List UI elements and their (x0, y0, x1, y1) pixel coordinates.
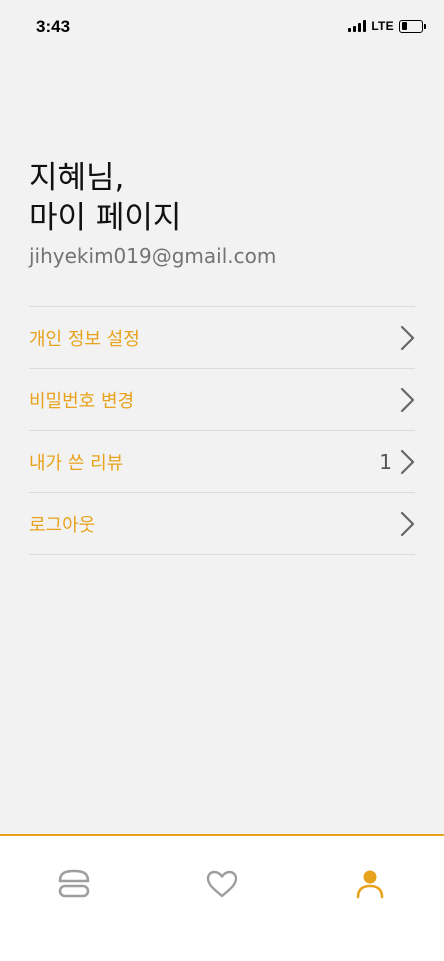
burger-icon (58, 869, 90, 898)
tab-my-page[interactable] (350, 864, 390, 904)
menu-item-label: 내가 쓴 리뷰 (29, 452, 124, 474)
person-icon (356, 870, 384, 899)
settings-menu: 개인 정보 설정 비밀번호 변경 내가 쓴 리뷰 1 로그아웃 (29, 306, 415, 555)
bottom-tab-bar (0, 834, 444, 961)
status-indicators: LTE (348, 19, 426, 33)
review-count: 1 (379, 449, 392, 474)
chevron-right-icon (400, 511, 415, 536)
menu-item-change-password[interactable]: 비밀번호 변경 (29, 369, 415, 431)
menu-item-personal-info[interactable]: 개인 정보 설정 (29, 307, 415, 369)
page-title: 지혜님, 마이 페이지 (29, 158, 181, 238)
menu-item-logout[interactable]: 로그아웃 (29, 493, 415, 555)
heart-icon (206, 870, 238, 898)
user-email: jihyekim019@gmail.com (29, 244, 277, 268)
tab-favorites[interactable] (202, 864, 242, 904)
greeting-title: 마이 페이지 (29, 200, 182, 236)
chevron-right-icon (400, 449, 415, 474)
chevron-right-icon (400, 325, 415, 350)
battery-fill (401, 22, 408, 30)
status-time: 3:43 (36, 17, 71, 36)
status-bar: 3:43 LTE (0, 0, 444, 56)
menu-item-label: 비밀번호 변경 (29, 390, 135, 412)
menu-item-label: 개인 정보 설정 (29, 328, 140, 350)
network-type: LTE (371, 19, 394, 33)
menu-item-my-reviews[interactable]: 내가 쓴 리뷰 1 (29, 431, 415, 493)
chevron-right-icon (400, 387, 415, 412)
battery-icon (399, 19, 426, 33)
menu-item-label: 로그아웃 (29, 514, 96, 536)
tab-home[interactable] (54, 864, 94, 904)
greeting-name: 지혜님, (29, 160, 125, 196)
signal-icon (348, 20, 367, 32)
